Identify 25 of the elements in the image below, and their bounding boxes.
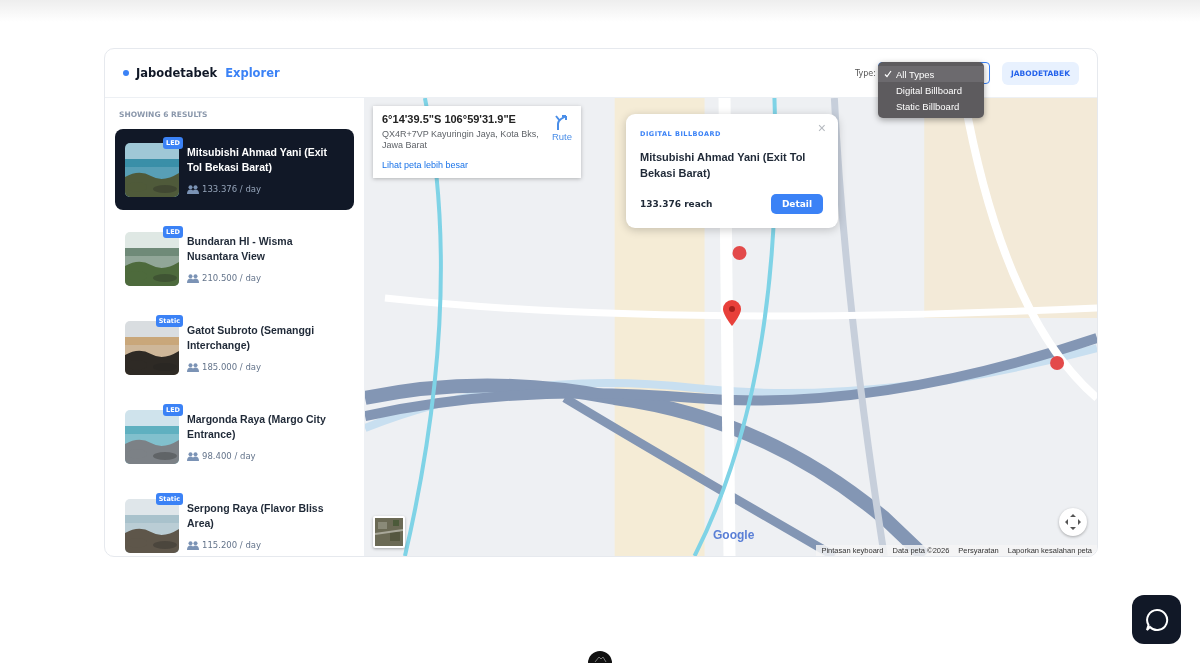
people-icon (187, 540, 199, 550)
dot-icon (123, 70, 129, 76)
people-icon (187, 451, 199, 461)
app-subtitle: Explorer (225, 66, 280, 80)
app-title: Jabodetabek (136, 66, 218, 80)
chat-button[interactable] (1132, 595, 1181, 644)
daily-reach: 185.000 / day (202, 362, 262, 372)
billboard-name: Bundaran HI - Wisma Nusantara View (187, 234, 294, 264)
daily-reach: 115.200 / day (202, 540, 262, 550)
logo-icon (588, 651, 612, 663)
type-label: Type: (854, 68, 876, 78)
people-icon (187, 184, 199, 194)
daily-reach: 133.376 / day (202, 184, 262, 194)
menu-item[interactable]: All Types (877, 66, 984, 82)
chat-icon (1144, 607, 1169, 632)
daily-reach: 98.400 / day (202, 451, 256, 461)
billboard-name: Serpong Raya (Flavor Bliss Area) (187, 501, 325, 531)
billboard-name: Gatot Subroto (Semanggi Interchange) (187, 323, 316, 353)
people-icon (187, 273, 199, 283)
billboard-name: Mitsubishi Ahmad Yani (Exit Tol Bekasi Barat) (187, 145, 329, 175)
people-icon (187, 362, 199, 372)
menu-item[interactable]: Digital Billboard (877, 82, 984, 98)
daily-reach: 210.500 / day (202, 273, 262, 283)
check-icon (883, 70, 892, 78)
billboard-name: Margonda Raya (Margo City Entrance) (187, 412, 327, 442)
